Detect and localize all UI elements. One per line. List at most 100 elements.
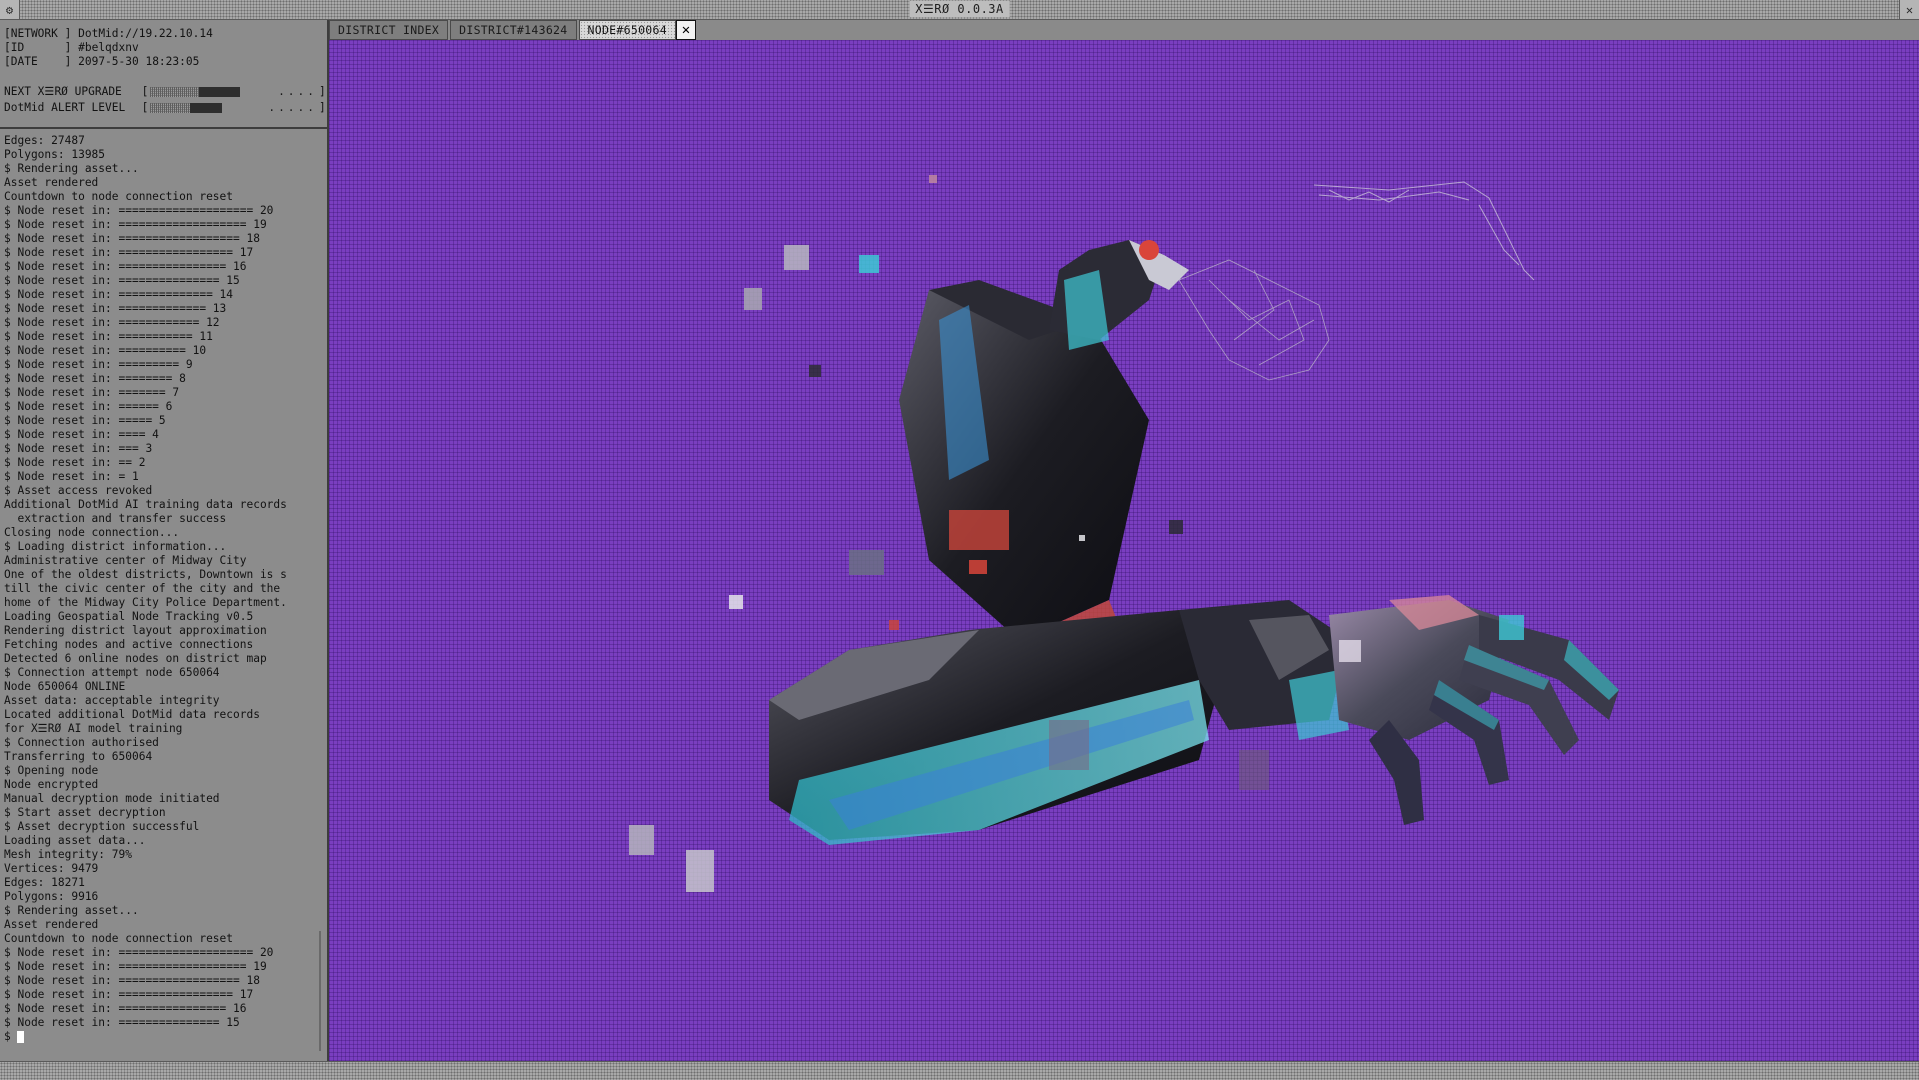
upgrade-meter-dots: ....: [278, 85, 318, 98]
wireframe-fragment: [1313, 181, 1535, 281]
upgrade-meter-fill: [149, 87, 240, 97]
log-line: $ Node reset in: ==================== 20: [4, 946, 274, 959]
log-line: $ Node reset in: ============ 12: [4, 316, 220, 329]
log-line: Node 650064 ONLINE: [4, 680, 126, 693]
log-line: $ Node reset in: =========== 11: [4, 330, 213, 343]
log-line: $ Node reset in: ==================== 20: [4, 204, 274, 217]
network-label: [NETWORK ]: [4, 27, 72, 40]
tab-district-index[interactable]: DISTRICT INDEX: [329, 20, 449, 40]
log-line: $ Node reset in: ======== 8: [4, 372, 186, 385]
log-line: $ Node reset in: =================== 19: [4, 218, 267, 231]
robot-hand: [1329, 595, 1619, 825]
system-menu-icon[interactable]: ⚙: [0, 0, 20, 19]
log-line: $ Node reset in: ================ 16: [4, 1002, 247, 1015]
robotic-arm-render: [629, 175, 1619, 892]
log-line: Additional DotMid AI training data recor…: [4, 498, 287, 511]
title-bar: ⚙ X☰RØ 0.0.3A ✕: [0, 0, 1919, 20]
log-line: Administrative center of Midway City: [4, 554, 247, 567]
log-line: extraction and transfer success: [4, 512, 227, 525]
alert-meter-solid: [189, 103, 222, 113]
network-row: [NETWORK ] DotMid://19.22.10.14: [4, 27, 327, 41]
log-line: for X☰RØ AI model training: [4, 722, 183, 735]
prompt-symbol: $: [4, 1030, 11, 1043]
log-line: Vertices: 9479: [4, 862, 99, 875]
command-prompt[interactable]: $: [4, 1030, 327, 1044]
log-line: $ Node reset in: =============== 15: [4, 274, 240, 287]
log-line: $ Node reset in: =============== 15: [4, 1016, 240, 1029]
log-line: $ Node reset in: ===== 5: [4, 414, 166, 427]
log-line: Polygons: 9916: [4, 890, 99, 903]
alert-meter-fill: [149, 103, 222, 113]
alert-meter-dots: .....: [268, 101, 318, 114]
status-block: [NETWORK ] DotMid://19.22.10.14 [ID ] #b…: [0, 20, 327, 116]
log-line: $ Start asset decryption: [4, 806, 166, 819]
alert-meter-label: DotMid ALERT LEVEL: [4, 101, 126, 114]
meter-open-bracket: [: [141, 85, 149, 98]
date-label: [DATE ]: [4, 55, 72, 68]
network-value: DotMid://19.22.10.14: [78, 27, 213, 40]
upgrade-meter-solid: [198, 87, 240, 97]
log-line: $ Asset decryption successful: [4, 820, 200, 833]
tab-node-650064[interactable]: NODE#650064: [578, 20, 676, 40]
log-line: $ Rendering asset...: [4, 162, 139, 175]
log-line: $ Loading district information...: [4, 540, 227, 553]
date-value: 2097-5-30 18:23:05: [78, 55, 200, 68]
log-line: $ Node reset in: ================= 17: [4, 246, 254, 259]
log-line: Loading asset data...: [4, 834, 146, 847]
upgrade-meter-label: NEXT X☰RØ UPGRADE: [4, 85, 122, 98]
gripper-wireframe: [1178, 259, 1330, 381]
log-line: Loading Geospatial Node Tracking v0.5: [4, 610, 254, 623]
meter-close-bracket: ]: [319, 85, 326, 98]
log-line: $ Node reset in: == 2: [4, 456, 146, 469]
alert-meter-row: DotMid ALERT LEVEL [ ..... ]: [4, 100, 327, 116]
text-cursor: [16, 1031, 24, 1043]
log-line: Edges: 18271: [4, 876, 85, 889]
meter-open-bracket: [: [141, 101, 149, 114]
meter-close-bracket: ]: [319, 101, 326, 114]
window-close-icon[interactable]: ✕: [1899, 0, 1919, 19]
terminal-log[interactable]: Edges: 27487 Polygons: 13985 $ Rendering a…: [0, 129, 327, 1052]
log-line: $ Connection attempt node 650064: [4, 666, 220, 679]
terminal-panel: [NETWORK ] DotMid://19.22.10.14 [ID ] #b…: [0, 20, 329, 1061]
alert-meter: .....: [149, 101, 319, 114]
id-row: [ID ] #belqdxnv: [4, 41, 327, 55]
log-line: Asset data: acceptable integrity: [4, 694, 220, 707]
log-line: Transferring to 650064: [4, 750, 153, 763]
log-line: Asset rendered: [4, 918, 99, 931]
log-line: $ Node reset in: ==== 4: [4, 428, 159, 441]
log-line: $ Node reset in: ======= 7: [4, 386, 180, 399]
log-line: $ Node reset in: === 3: [4, 442, 153, 455]
log-line: One of the oldest districts, Downtown is…: [4, 568, 287, 581]
log-line: $ Opening node: [4, 764, 99, 777]
log-line: Node encrypted: [4, 778, 99, 791]
log-line: $ Node reset in: ============= 13: [4, 302, 227, 315]
log-line: Mesh integrity: 79%: [4, 848, 132, 861]
id-value: #belqdxnv: [78, 41, 139, 54]
log-line: Located additional DotMid data records: [4, 708, 260, 721]
log-line: Rendering district layout approximation: [4, 624, 267, 637]
upgrade-meter-row: NEXT X☰RØ UPGRADE [ .... ]: [4, 84, 327, 100]
log-line: $ Node reset in: = 1: [4, 470, 139, 483]
log-line: home of the Midway City Police Departmen…: [4, 596, 287, 609]
tab-district-143624[interactable]: DISTRICT#143624: [450, 20, 577, 40]
upgrade-meter: ....: [149, 85, 319, 98]
log-line: $ Asset access revoked: [4, 484, 153, 497]
log-line: $ Node reset in: ====== 6: [4, 400, 173, 413]
log-line: Countdown to node connection reset: [4, 190, 234, 203]
log-line: till the civic center of the city and th…: [4, 582, 281, 595]
date-row: [DATE ] 2097-5-30 18:23:05: [4, 55, 327, 69]
tab-bar: DISTRICT INDEX DISTRICT#143624 NODE#6500…: [329, 20, 696, 40]
log-line: $ Node reset in: ================ 16: [4, 260, 247, 273]
asset-viewport[interactable]: [329, 40, 1919, 1061]
status-bar: [0, 1061, 1919, 1080]
log-line: Detected 6 online nodes on district map: [4, 652, 267, 665]
tab-close-icon[interactable]: ✕: [675, 20, 696, 40]
log-line: $ Node reset in: ============== 14: [4, 288, 234, 301]
id-label: [ID ]: [4, 41, 72, 54]
log-line: $ Node reset in: ========== 10: [4, 344, 207, 357]
log-scrollbar[interactable]: [319, 931, 321, 1051]
log-line: $ Node reset in: =================== 19: [4, 960, 267, 973]
window-title: X☰RØ 0.0.3A: [909, 1, 1010, 17]
log-line: $ Node reset in: ================= 17: [4, 988, 254, 1001]
log-line: $ Node reset in: ========= 9: [4, 358, 193, 371]
